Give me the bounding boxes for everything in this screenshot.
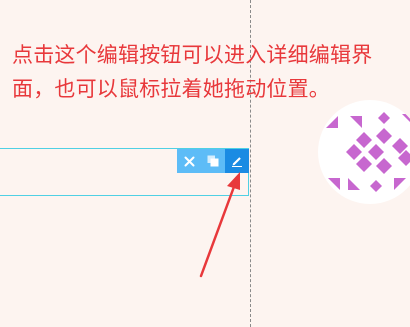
copy-icon [207, 155, 219, 167]
instruction-text: 点击这个编辑按钮可以进入详细编辑界面，也可以鼠标拉着她拖动位置。 [12, 43, 373, 101]
avatar[interactable] [318, 100, 410, 204]
block-toolbar [177, 149, 249, 173]
close-icon [184, 156, 195, 167]
avatar-pattern [326, 112, 410, 192]
pencil-icon [231, 155, 243, 167]
edit-button[interactable] [225, 149, 249, 173]
delete-button[interactable] [177, 149, 201, 173]
copy-button[interactable] [201, 149, 225, 173]
